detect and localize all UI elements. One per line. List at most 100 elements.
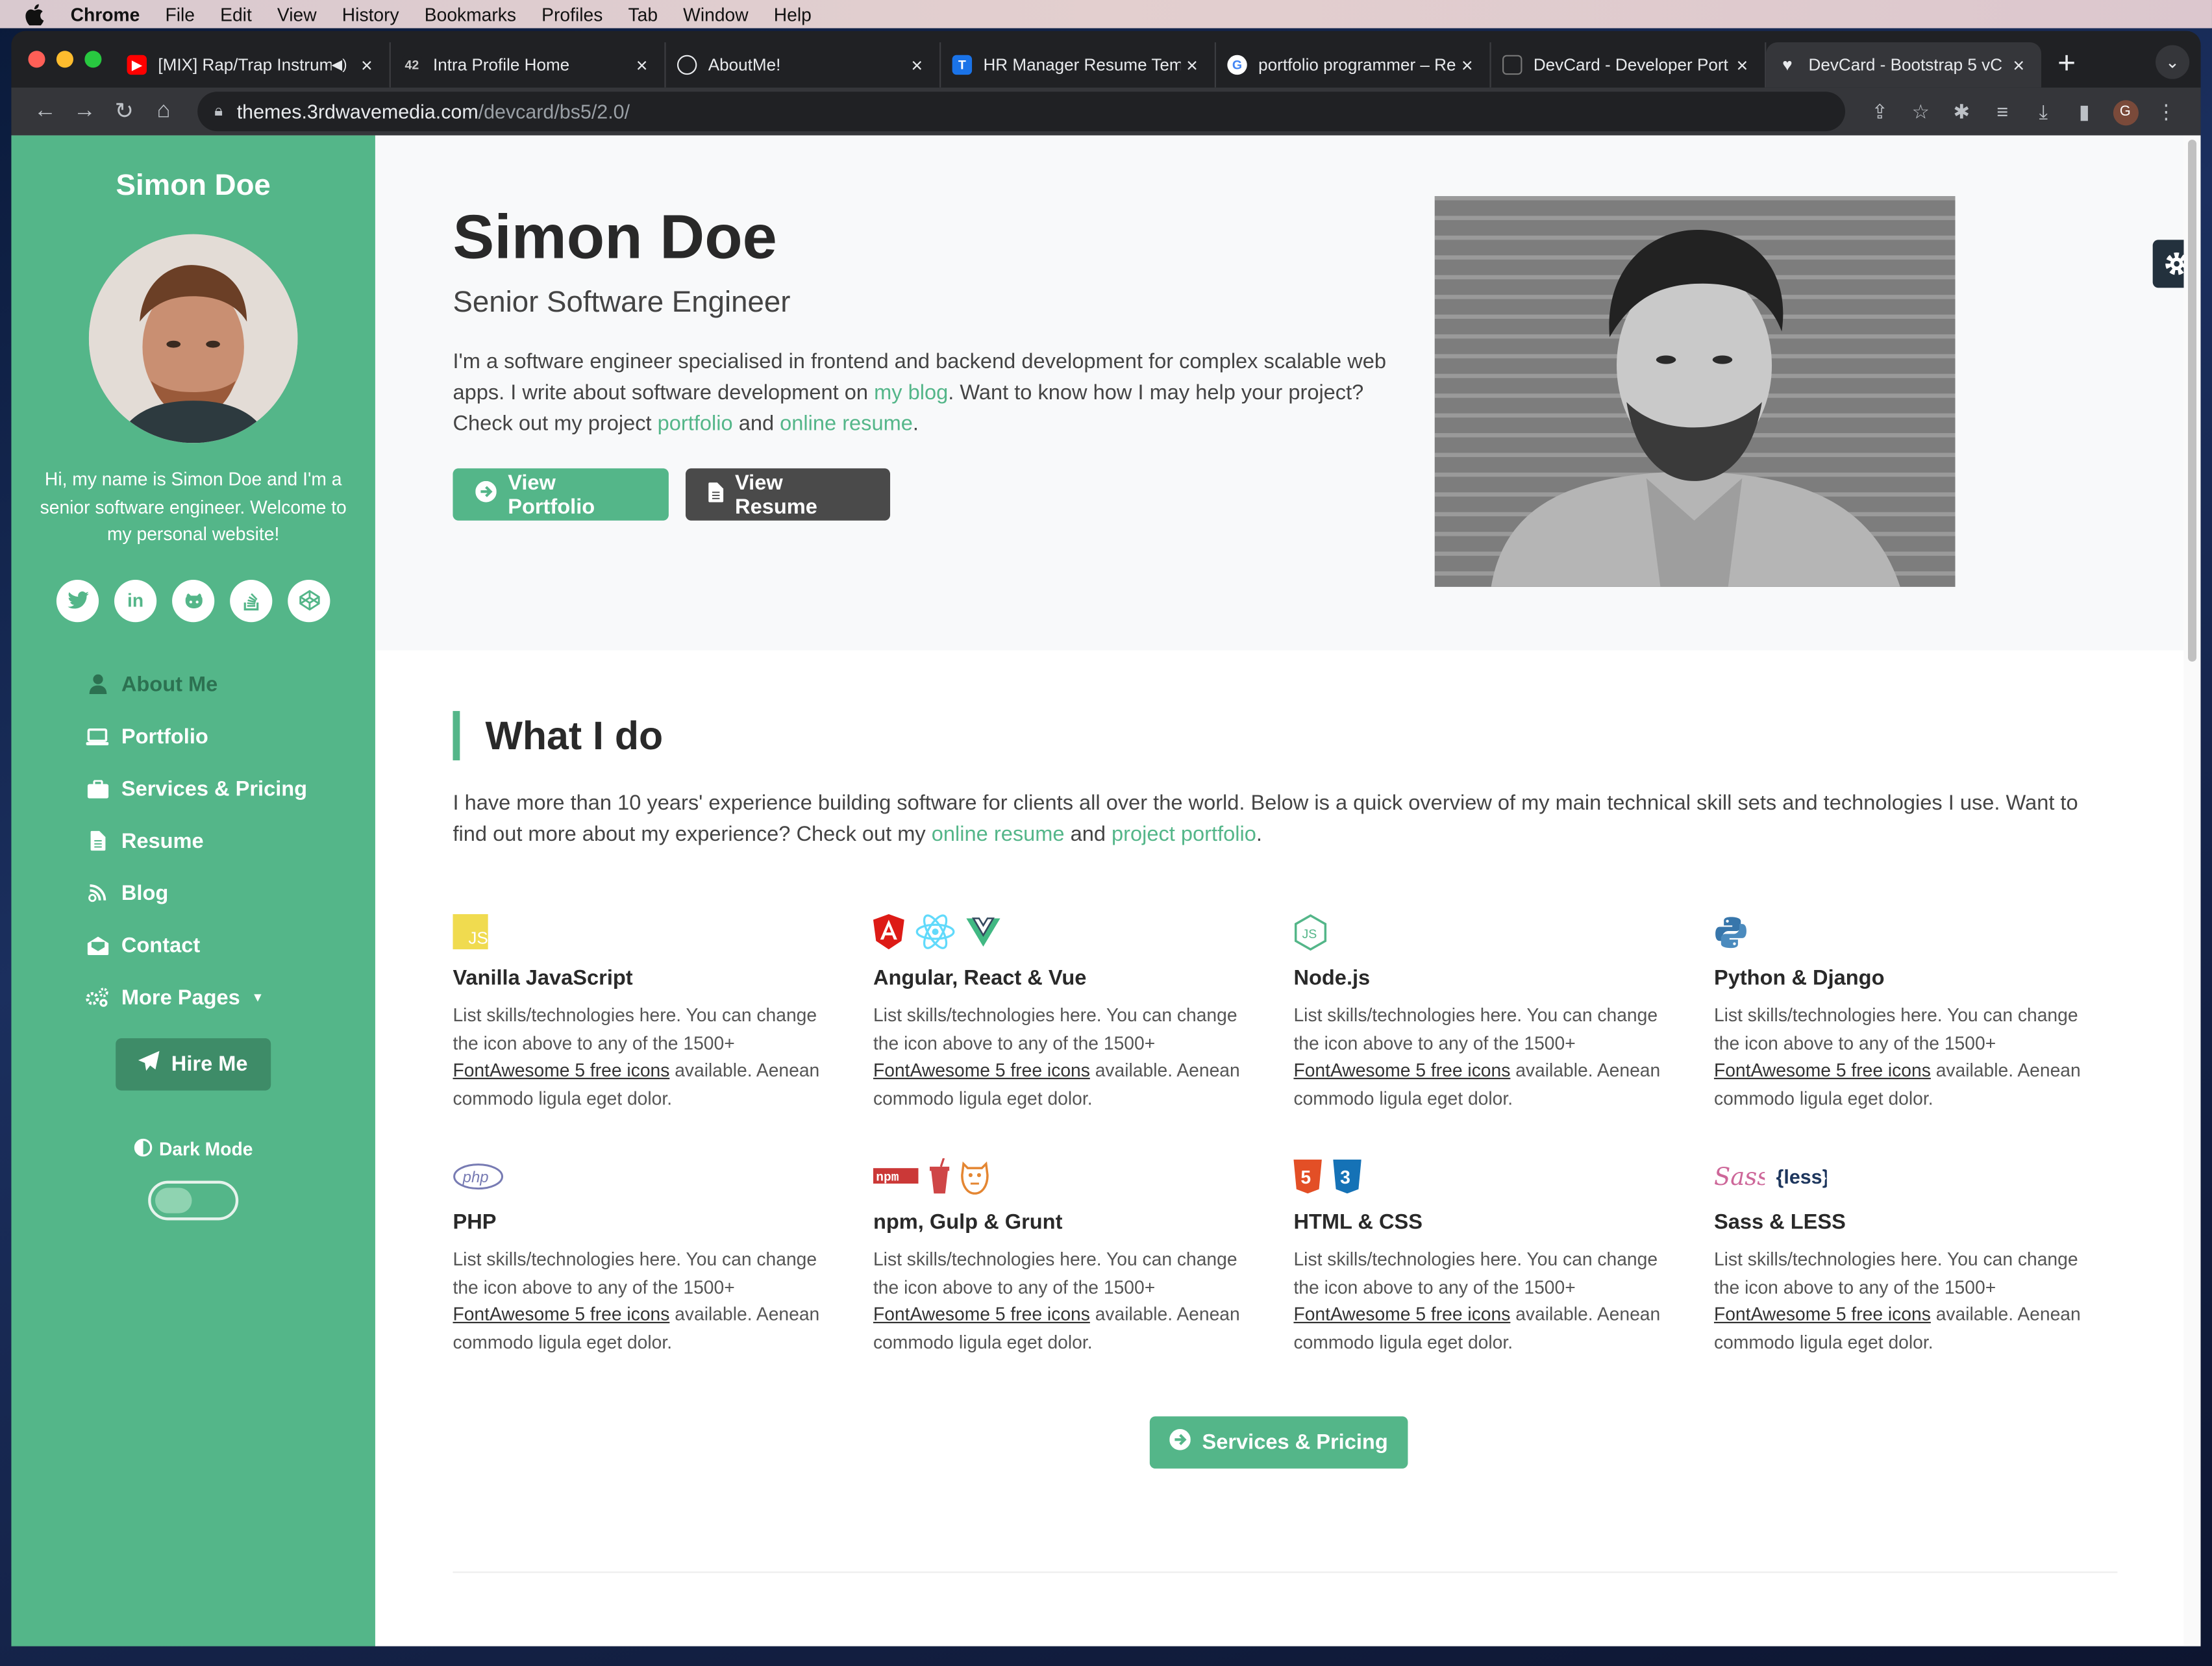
dark-mode-toggle[interactable] <box>148 1180 239 1220</box>
codepen-icon[interactable] <box>288 578 330 622</box>
view-resume-button[interactable]: View Resume <box>685 468 891 521</box>
linkedin-icon[interactable]: in <box>114 578 157 622</box>
portfolio-link[interactable]: portfolio <box>658 412 733 436</box>
scrollbar-thumb[interactable] <box>2188 140 2197 662</box>
close-tab-icon[interactable]: × <box>906 54 928 77</box>
online-resume-link[interactable]: online resume <box>780 412 913 436</box>
reading-list-icon[interactable]: ≡ <box>1982 100 2023 123</box>
download-icon[interactable]: ⤓ <box>2023 99 2064 123</box>
skill-card: npm npm, Gulp & Grunt List skills/techno… <box>873 1157 1257 1356</box>
sidebar-item-contact[interactable]: Contact <box>84 919 375 971</box>
new-tab-button[interactable]: + <box>2041 42 2092 88</box>
hire-me-button[interactable]: Hire Me <box>116 1038 271 1090</box>
minimize-window-button[interactable] <box>56 51 73 68</box>
browser-tab[interactable]: T HR Manager Resume Temp × <box>941 42 1216 88</box>
sidebar-name[interactable]: Simon Doe <box>116 169 271 203</box>
skill-icons: JS <box>453 914 836 956</box>
sidebar-item-label: About Me <box>121 672 218 697</box>
fontawesome-link[interactable]: FontAwesome 5 free icons <box>1714 1304 1931 1325</box>
close-tab-icon[interactable]: × <box>1181 54 1204 77</box>
skill-description: List skills/technologies here. You can c… <box>873 1246 1257 1356</box>
home-icon[interactable]: ⌂ <box>144 99 184 124</box>
blog-icon <box>84 883 110 902</box>
sidebar-item-more-pages[interactable]: More Pages ▼ <box>84 971 375 1023</box>
js-icon: JS <box>453 914 488 956</box>
menu-history[interactable]: History <box>342 3 399 25</box>
back-icon[interactable]: ← <box>25 99 65 124</box>
browser-tab[interactable]: AboutMe! × <box>666 42 941 88</box>
fontawesome-link[interactable]: FontAwesome 5 free icons <box>1714 1060 1931 1081</box>
sidebar-item-about-me[interactable]: About Me <box>84 658 375 710</box>
online-resume-link[interactable]: online resume <box>932 823 1065 847</box>
skill-title: npm, Gulp & Grunt <box>873 1210 1063 1235</box>
skill-description: List skills/technologies here. You can c… <box>453 1246 836 1356</box>
page-scrollbar[interactable] <box>2183 135 2201 1647</box>
user-icon <box>84 674 110 695</box>
tab-title: Intra Profile Home <box>433 55 570 75</box>
close-tab-icon[interactable]: × <box>2007 54 2030 77</box>
hire-me-label: Hire Me <box>171 1051 248 1076</box>
fontawesome-link[interactable]: FontAwesome 5 free icons <box>1293 1060 1510 1081</box>
hero-name: Simon Doe <box>453 203 777 273</box>
project-portfolio-link[interactable]: project portfolio <box>1112 823 1256 847</box>
skill-description: List skills/technologies here. You can c… <box>1293 1002 1677 1112</box>
github-icon[interactable] <box>172 578 215 622</box>
twitter-icon[interactable] <box>56 578 99 622</box>
bookmark-star-icon[interactable]: ☆ <box>1900 99 1941 123</box>
section-desc-text: I have more than 10 years' experience bu… <box>453 791 2078 847</box>
menubar-app-name[interactable]: Chrome <box>71 3 140 25</box>
close-tab-icon[interactable]: × <box>356 54 379 77</box>
fontawesome-link[interactable]: FontAwesome 5 free icons <box>453 1060 669 1081</box>
sidebar-item-portfolio[interactable]: Portfolio <box>84 710 375 762</box>
menu-help[interactable]: Help <box>774 3 812 25</box>
side-panel-icon[interactable]: ▮ <box>2064 99 2105 123</box>
close-tab-icon[interactable]: × <box>1731 54 1754 77</box>
audio-playing-icon[interactable]: ◀) <box>332 57 347 73</box>
sidebar-item-services-pricing[interactable]: Services & Pricing <box>84 762 375 814</box>
fontawesome-link[interactable]: FontAwesome 5 free icons <box>1293 1304 1510 1325</box>
extensions-icon[interactable]: ✱ <box>1941 99 1982 123</box>
menu-profiles[interactable]: Profiles <box>541 3 603 25</box>
sidebar-item-resume[interactable]: Resume <box>84 815 375 867</box>
address-bar[interactable]: 🔒︎ themes.3rdwavemedia.com/devcard/bs5/2… <box>197 92 1846 132</box>
react-icon <box>915 914 955 956</box>
skill-description: List skills/technologies here. You can c… <box>453 1002 836 1112</box>
browser-tab[interactable]: ▶ [MIX] Rap/Trap Instrum ◀) × <box>116 42 391 88</box>
menu-view[interactable]: View <box>277 3 317 25</box>
skill-text: List skills/technologies here. You can c… <box>1713 1004 2078 1053</box>
close-window-button[interactable] <box>28 51 45 68</box>
browser-tab[interactable]: G portfolio programmer – Re × <box>1216 42 1491 88</box>
browser-tab-active[interactable]: ♥ DevCard - Bootstrap 5 vC × <box>1766 42 2042 88</box>
close-tab-icon[interactable]: × <box>1456 54 1478 77</box>
forward-icon[interactable]: → <box>65 99 105 124</box>
skill-title: Sass & LESS <box>1713 1210 1846 1235</box>
sidebar-item-label: Blog <box>121 880 169 905</box>
arrow-circle-right-icon <box>475 480 497 508</box>
profile-avatar[interactable]: G <box>2105 97 2146 125</box>
menu-window[interactable]: Window <box>683 3 748 25</box>
browser-tab[interactable]: 42 Intra Profile Home × <box>391 42 666 88</box>
section-description: I have more than 10 years' experience bu… <box>453 789 2089 851</box>
services-pricing-button[interactable]: Services & Pricing <box>1149 1416 1408 1469</box>
apple-icon[interactable] <box>25 3 45 25</box>
menu-file[interactable]: File <box>165 3 195 25</box>
fontawesome-link[interactable]: FontAwesome 5 free icons <box>873 1060 1090 1081</box>
zoom-window-button[interactable] <box>84 51 102 68</box>
menu-edit[interactable]: Edit <box>220 3 252 25</box>
share-icon[interactable]: ⇪ <box>1859 99 1900 123</box>
my-blog-link[interactable]: my blog <box>874 381 948 405</box>
lock-icon[interactable]: 🔒︎ <box>214 103 223 121</box>
fontawesome-link[interactable]: FontAwesome 5 free icons <box>873 1304 1090 1325</box>
browser-menu-icon[interactable]: ⋮ <box>2146 99 2187 123</box>
view-portfolio-button[interactable]: View Portfolio <box>453 468 669 521</box>
tab-search-icon[interactable]: ⌄ <box>2156 45 2190 79</box>
menu-tab[interactable]: Tab <box>628 3 658 25</box>
reload-icon[interactable]: ↻ <box>105 97 144 125</box>
stack-overflow-icon[interactable] <box>230 578 273 622</box>
sidebar-item-blog[interactable]: Blog <box>84 867 375 919</box>
fontawesome-link[interactable]: FontAwesome 5 free icons <box>453 1304 669 1325</box>
browser-tab[interactable]: DevCard - Developer Port × <box>1491 42 1767 88</box>
section-divider <box>453 1571 2118 1573</box>
close-tab-icon[interactable]: × <box>630 54 653 77</box>
menu-bookmarks[interactable]: Bookmarks <box>425 3 516 25</box>
